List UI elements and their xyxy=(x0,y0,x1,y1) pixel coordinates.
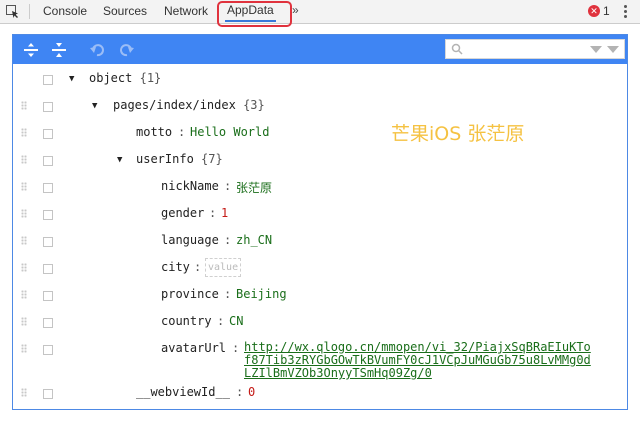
row-checkbox[interactable] xyxy=(43,75,53,85)
row-checkbox[interactable] xyxy=(43,291,53,301)
key-colon: : xyxy=(236,385,244,399)
row-checkbox[interactable] xyxy=(43,237,53,247)
tab-separator xyxy=(29,4,30,19)
undo-icon[interactable] xyxy=(89,42,105,58)
drag-handle-icon[interactable] xyxy=(21,182,27,191)
search-input[interactable] xyxy=(466,41,576,57)
appdata-panel: ▼ object {1} ▼ pages/index/index {3} mot… xyxy=(12,34,628,410)
tree-key: province xyxy=(161,287,219,301)
drag-handle-icon[interactable] xyxy=(21,317,27,326)
tree-value[interactable]: 1 xyxy=(221,206,228,220)
row-checkbox[interactable] xyxy=(43,183,53,193)
expand-arrow-icon[interactable]: ▼ xyxy=(69,74,74,84)
watermark-text: 芒果iOS 张茫原 xyxy=(391,123,525,145)
row-checkbox[interactable] xyxy=(43,102,53,112)
expand-all-icon[interactable] xyxy=(23,42,39,58)
tree-key: nickName xyxy=(161,179,219,193)
tree-value[interactable]: Beijing xyxy=(236,287,287,301)
tree-value[interactable]: 张茫原 xyxy=(236,179,272,196)
error-icon[interactable]: ✕ xyxy=(588,5,600,17)
tree-key: gender xyxy=(161,206,205,220)
key-colon: : xyxy=(194,260,202,274)
tree-value[interactable]: Hello World xyxy=(190,125,269,139)
tree-key: __webviewId__ xyxy=(136,385,230,399)
tree-key: language xyxy=(161,233,219,247)
search-next-icon[interactable] xyxy=(590,46,602,53)
key-colon: : xyxy=(224,179,232,193)
error-count[interactable]: 1 xyxy=(603,4,610,18)
appdata-toolbar xyxy=(13,35,627,64)
redo-icon[interactable] xyxy=(119,42,135,58)
search-field[interactable] xyxy=(445,39,625,59)
tree-value[interactable]: zh_CN xyxy=(236,233,272,247)
row-checkbox[interactable] xyxy=(43,345,53,355)
tab-sources[interactable]: Sources xyxy=(103,4,147,20)
key-colon: : xyxy=(224,233,232,247)
drag-handle-icon[interactable] xyxy=(21,209,27,218)
key-colon: : xyxy=(224,287,232,301)
search-previous-icon[interactable] xyxy=(607,46,619,53)
row-checkbox[interactable] xyxy=(43,318,53,328)
row-checkbox[interactable] xyxy=(43,129,53,139)
key-colon: : xyxy=(232,341,240,355)
row-checkbox[interactable] xyxy=(43,210,53,220)
drag-handle-icon[interactable] xyxy=(21,101,27,110)
drag-handle-icon[interactable] xyxy=(21,388,27,397)
highlight-box xyxy=(217,1,292,27)
tree-key: country xyxy=(161,314,212,328)
drag-handle-icon[interactable] xyxy=(21,155,27,164)
tree-value[interactable]: 0 xyxy=(248,385,255,399)
tree-key: motto xyxy=(136,125,173,139)
menu-dots-icon[interactable] xyxy=(624,5,628,19)
tree-key: userInfo {7} xyxy=(136,152,223,166)
tab-console[interactable]: Console xyxy=(43,4,87,20)
tree-key: pages/index/index {3} xyxy=(113,98,265,112)
collapse-all-icon[interactable] xyxy=(51,42,67,58)
devtools-tab-bar: Console Sources Network AppData » ✕ 1 xyxy=(0,0,640,27)
more-tabs-chevron-icon[interactable]: » xyxy=(292,3,299,17)
avatar-url-link[interactable]: http://wx.qlogo.cn/mmopen/vi_32/PiajxSqB… xyxy=(244,341,591,380)
key-colon: : xyxy=(209,206,217,220)
key-colon: : xyxy=(178,125,186,139)
search-icon xyxy=(451,43,463,55)
drag-handle-icon[interactable] xyxy=(21,236,27,245)
tree-value[interactable]: CN xyxy=(229,314,243,328)
row-checkbox[interactable] xyxy=(43,264,53,274)
row-checkbox[interactable] xyxy=(43,389,53,399)
drag-handle-icon[interactable] xyxy=(21,344,27,353)
empty-value-field[interactable]: value xyxy=(205,258,241,277)
tree-key: city xyxy=(161,260,190,274)
expand-arrow-icon[interactable]: ▼ xyxy=(92,101,97,111)
tree-key: avatarUrl xyxy=(161,341,227,355)
expand-arrow-icon[interactable]: ▼ xyxy=(117,155,122,165)
drag-handle-icon[interactable] xyxy=(21,290,27,299)
drag-handle-icon[interactable] xyxy=(21,263,27,272)
key-colon: : xyxy=(217,314,225,328)
tree-key: object {1} xyxy=(89,71,162,85)
row-checkbox[interactable] xyxy=(43,156,53,166)
inspect-element-icon[interactable] xyxy=(6,5,19,18)
tab-network[interactable]: Network xyxy=(164,4,208,20)
drag-handle-icon[interactable] xyxy=(21,128,27,137)
